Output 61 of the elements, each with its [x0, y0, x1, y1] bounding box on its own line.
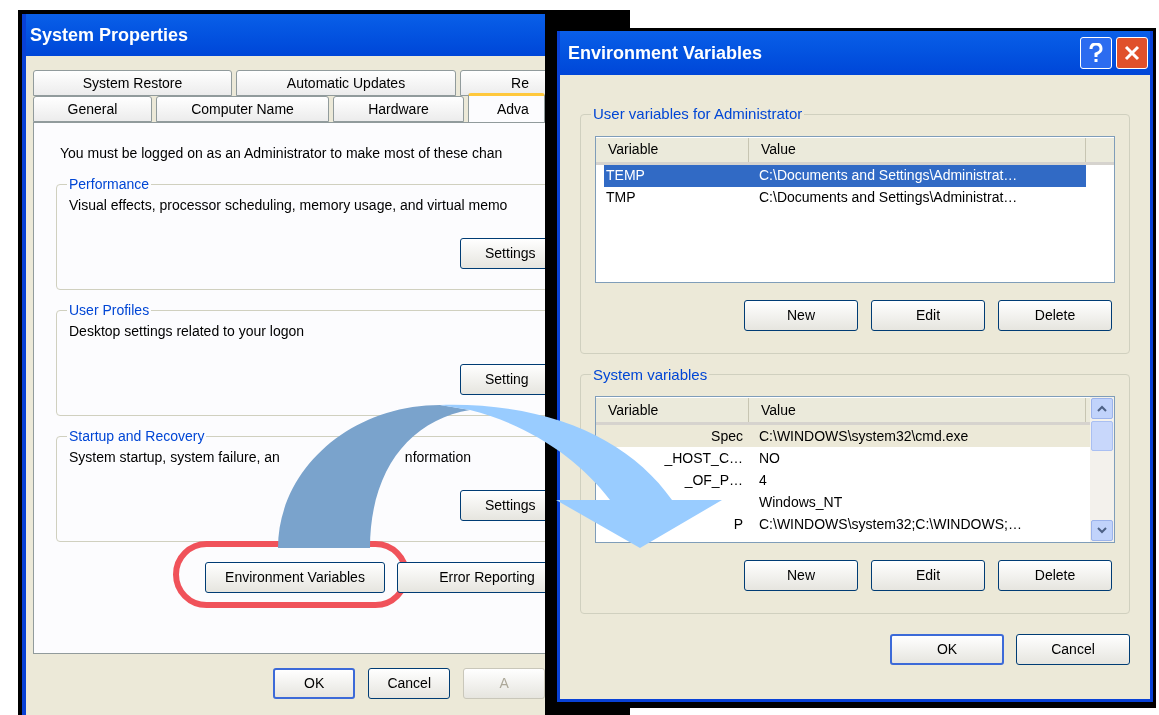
list-button[interactable]: Delete — [998, 299, 1112, 331]
variable-value: NO — [759, 448, 780, 468]
list-button[interactable]: Edit — [871, 299, 985, 331]
tab[interactable]: Adva — [468, 93, 545, 122]
group-title: User variables for Administrator — [592, 104, 804, 124]
variable-name: TMP — [606, 189, 636, 205]
settings-button[interactable]: Setting — [460, 364, 545, 395]
tab[interactable]: Re — [460, 70, 545, 96]
list-button[interactable]: Edit — [871, 560, 985, 591]
variable-name: TEMP — [606, 167, 645, 183]
notice-text: You must be logged on as an Administrator to make most of these chan — [59, 144, 504, 163]
group-description: nformation — [404, 448, 471, 467]
variable-value: C:\WINDOWS\system32;C:\WINDOWS;… — [759, 514, 1022, 534]
question-mark-icon — [1089, 43, 1103, 63]
settings-button[interactable]: Settings — [460, 490, 545, 521]
group-title: Startup and Recovery — [68, 427, 206, 446]
list-button[interactable]: New — [744, 560, 858, 591]
scroll-thumb[interactable] — [1091, 421, 1113, 451]
tab[interactable]: General — [33, 96, 152, 122]
scroll-up-icon[interactable] — [1091, 398, 1113, 419]
tab[interactable]: Hardware — [333, 96, 464, 122]
dialog-button[interactable]: Cancel — [1016, 634, 1130, 665]
tab[interactable]: Computer Name — [156, 96, 329, 122]
group-title: System variables — [592, 364, 709, 385]
column-header[interactable]: Variable — [608, 139, 659, 160]
column-header[interactable]: Value — [761, 399, 796, 421]
action-button[interactable]: Error Reporting — [397, 562, 545, 593]
variable-value: C:\Documents and Settings\Administrat… — [759, 188, 1018, 207]
variable-value: Windows_NT — [759, 492, 843, 512]
group-description: System startup, system failure, an — [69, 448, 280, 467]
settings-button[interactable]: Settings — [460, 238, 545, 269]
variable-list[interactable]: Variable Value TEMP C:\Documents and Settings\Administrat… TMP C:\Documents and Settings\Administrat… — [595, 135, 1115, 283]
window-title: Environment Variables — [568, 41, 763, 65]
window-title: System Properties — [30, 23, 189, 47]
group-title: Performance — [68, 175, 151, 194]
column-header[interactable]: Variable — [608, 399, 659, 421]
column-header[interactable]: Value — [761, 139, 796, 160]
close-button[interactable] — [1116, 37, 1148, 69]
group-description: Visual effects, processor scheduling, memory usage, and virtual memo — [69, 196, 508, 215]
variable-list[interactable]: Variable Value Spec C:\WINDOWS\system32\cmd.exe _HOST_C… NO _OF_P… 4 Windows_NT P C:\WINDOWS\system32;C:\WINDOWS;… — [595, 396, 1115, 543]
close-icon — [1124, 45, 1140, 61]
tab[interactable]: System Restore — [33, 70, 232, 96]
list-button[interactable]: Delete — [998, 560, 1112, 591]
dialog-button[interactable]: OK — [273, 668, 356, 699]
variable-name: _HOST_C… — [664, 449, 743, 466]
dialog-button[interactable]: OK — [890, 634, 1004, 665]
list-button[interactable]: New — [744, 299, 858, 331]
group-title: User Profiles — [68, 301, 151, 320]
tab[interactable]: Automatic Updates — [236, 70, 456, 96]
variable-value: C:\Documents and Settings\Administrat… — [759, 166, 1018, 185]
variable-value: 4 — [759, 470, 767, 490]
group-description: Desktop settings related to your logon — [69, 322, 305, 341]
variable-name: P — [733, 515, 743, 532]
scrollbar[interactable] — [1090, 397, 1114, 542]
scroll-down-icon[interactable] — [1091, 520, 1113, 541]
variable-name: _OF_P… — [684, 471, 743, 488]
variable-name: Spec — [711, 427, 743, 444]
dialog-button[interactable]: Cancel — [368, 668, 451, 699]
help-button[interactable] — [1080, 37, 1112, 69]
action-button[interactable]: Environment Variables — [205, 562, 385, 593]
variable-value: C:\WINDOWS\system32\cmd.exe — [759, 426, 969, 446]
